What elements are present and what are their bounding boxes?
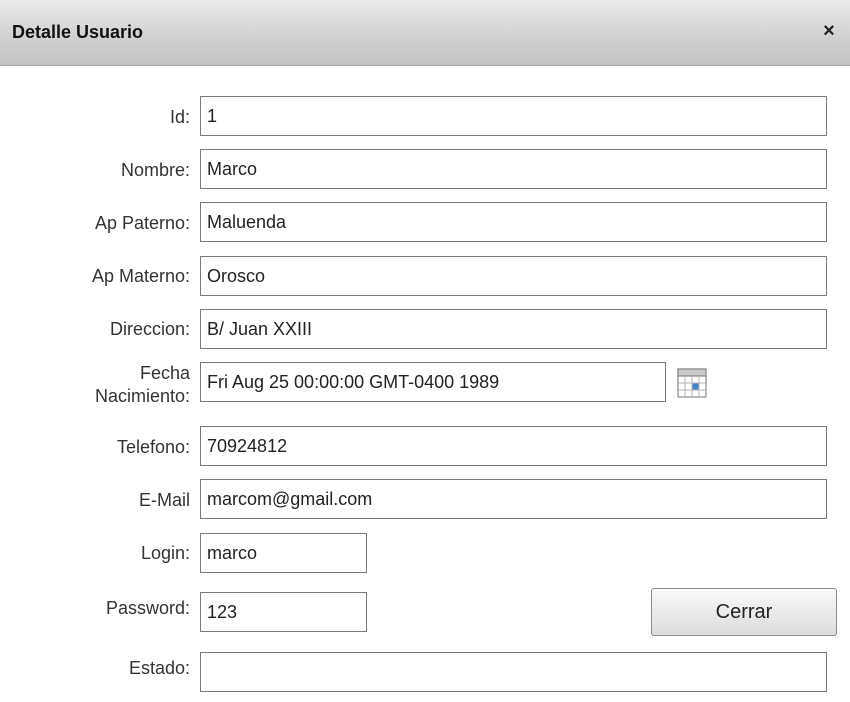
dialog-title: Detalle Usuario bbox=[12, 22, 144, 42]
nombre-label: Nombre: bbox=[120, 160, 190, 180]
fecha-label-line2: Nacimiento: bbox=[94, 386, 190, 406]
id-label: Id: bbox=[169, 107, 190, 127]
fecha-label-line1: Fecha bbox=[139, 363, 190, 383]
calendar-icon[interactable] bbox=[677, 367, 707, 399]
estado-field[interactable] bbox=[200, 652, 827, 692]
dialog-titlebar: Detalle Usuario × bbox=[0, 0, 850, 66]
telefono-label: Telefono: bbox=[116, 437, 190, 457]
estado-label: Estado: bbox=[128, 658, 190, 678]
password-label: Password: bbox=[105, 598, 190, 618]
direccion-field[interactable] bbox=[200, 309, 827, 349]
login-label: Login: bbox=[140, 543, 190, 563]
fecha-nacimiento-field[interactable] bbox=[200, 362, 666, 402]
login-field[interactable] bbox=[200, 533, 367, 573]
email-label: E-Mail bbox=[138, 490, 190, 510]
direccion-label: Direccion: bbox=[109, 319, 190, 339]
ap-paterno-label: Ap Paterno: bbox=[94, 213, 190, 233]
id-field[interactable] bbox=[200, 96, 827, 136]
password-field[interactable] bbox=[200, 592, 367, 632]
nombre-field[interactable] bbox=[200, 149, 827, 189]
cerrar-button[interactable]: Cerrar bbox=[651, 588, 837, 636]
close-icon[interactable]: × bbox=[818, 20, 840, 42]
email-field[interactable] bbox=[200, 479, 827, 519]
ap-materno-field[interactable] bbox=[200, 256, 827, 296]
ap-materno-label: Ap Materno: bbox=[91, 266, 190, 286]
telefono-field[interactable] bbox=[200, 426, 827, 466]
user-detail-dialog: Detalle Usuario × Id: Nombre: Ap Paterno… bbox=[0, 0, 850, 702]
ap-paterno-field[interactable] bbox=[200, 202, 827, 242]
